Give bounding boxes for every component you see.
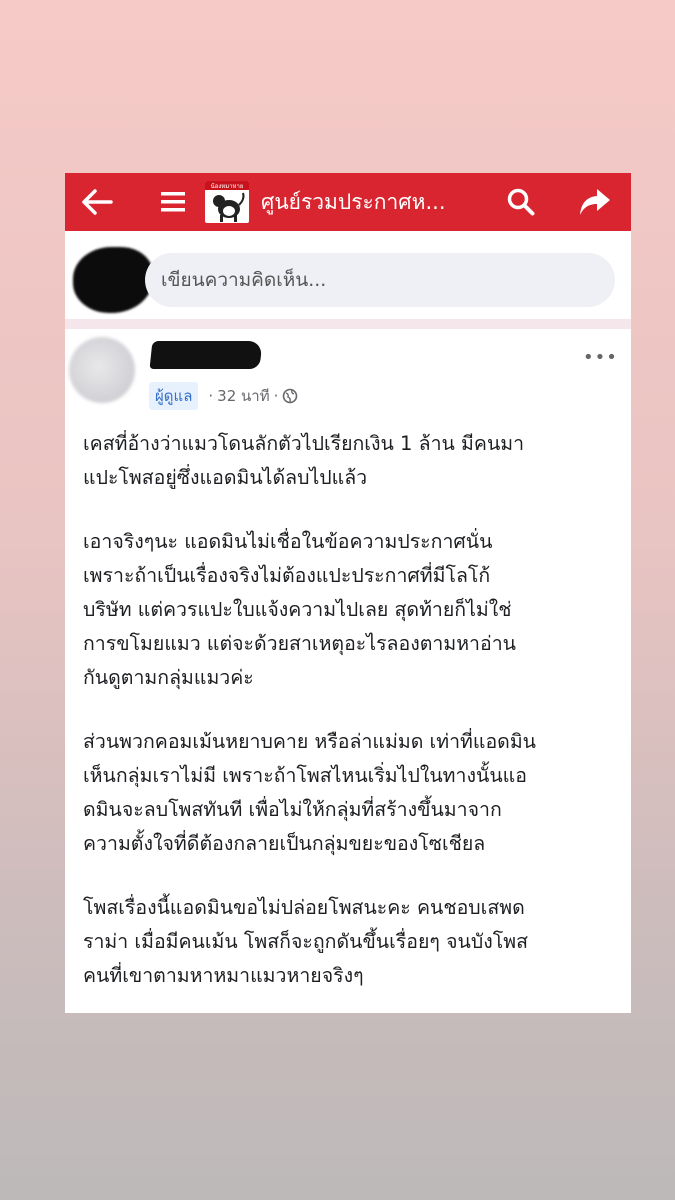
post-line: บริษัท แต่ควรแปะใบแจ้งความไปเลย สุดท้ายก… <box>83 598 512 621</box>
post-paragraph: เอาจริงๆนะ แอดมินไม่เชื่อในข้อความประกาศ… <box>83 525 623 695</box>
post-line: การขโมยแมว แต่จะด้วยสาเหตุอะไรลองตามหาอ่… <box>83 632 516 655</box>
globe-icon <box>282 388 298 404</box>
comment-composer: เขียนความคิดเห็น... <box>65 231 631 319</box>
post-line: เห็นกลุ่มเราไม่มี เพราะถ้าโพสไหนเริ่มไปใ… <box>83 764 527 787</box>
section-divider <box>65 319 631 329</box>
redacted-author-name[interactable] <box>149 341 263 369</box>
post-line: คนที่เขาตามหาหมาแมวหายจริงๆ <box>83 964 364 987</box>
post-paragraph: โพสเรื่องนี้แอดมินขอไม่ปล่อยโพสนะคะ คนชอ… <box>83 891 623 993</box>
post-header: ••• ผู้ดูแล · 32 นาที · <box>65 329 631 419</box>
post-line: ส่วนพวกคอมเม้นหยาบคาย หรือล่าแม่มด เท่าท… <box>83 730 537 753</box>
post-time[interactable]: 32 นาที <box>217 384 269 408</box>
meta-separator: · <box>273 387 279 405</box>
svg-text:น้องหมาหาย: น้องหมาหาย <box>211 183 244 190</box>
group-header-bar: น้องหมาหาย ศูนย์รวมประกาศห... <box>65 173 631 231</box>
hamburger-menu-icon[interactable] <box>155 173 191 231</box>
group-logo[interactable]: น้องหมาหาย <box>205 181 249 223</box>
post-line: ราม่า เมื่อมีคนเม้น โพสก็จะถูกดันขึ้นเรื… <box>83 930 528 953</box>
post-card: น้องหมาหาย ศูนย์รวมประกาศห... เขียนความค… <box>65 173 631 1013</box>
group-title[interactable]: ศูนย์รวมประกาศห... <box>261 173 491 231</box>
comment-input[interactable]: เขียนความคิดเห็น... <box>145 253 615 307</box>
author-avatar-blurred[interactable] <box>69 337 135 403</box>
redacted-avatar <box>73 247 153 313</box>
post-line: เคสที่อ้างว่าแมวโดนลักตัวไปเรียกเงิน 1 ล… <box>83 432 525 455</box>
post-line: ดมินจะลบโพสทันที เพื่อไม่ให้กลุ่มที่สร้า… <box>83 798 502 821</box>
post-line: เพราะถ้าเป็นเรื่องจริงไม่ต้องแปะประกาศที… <box>83 564 491 587</box>
meta-separator: · <box>208 387 214 405</box>
post-line: ความตั้งใจที่ดีต้องกลายเป็นกลุ่มขยะของโซ… <box>83 832 486 855</box>
post-line: โพสเรื่องนี้แอดมินขอไม่ปล่อยโพสนะคะ คนชอ… <box>83 896 525 919</box>
post-line: เอาจริงๆนะ แอดมินไม่เชื่อในข้อความประกาศ… <box>83 530 493 553</box>
post-line: แปะโพสอยู่ซึ่งแอดมินได้ลบไปแล้ว <box>83 466 368 489</box>
post-body: เคสที่อ้างว่าแมวโดนลักตัวไปเรียกเงิน 1 ล… <box>83 427 623 1013</box>
more-options-icon[interactable]: ••• <box>583 347 618 368</box>
post-meta: ผู้ดูแล · 32 นาที · <box>149 382 298 410</box>
post-line: กันดูตามกลุ่มแมวค่ะ <box>83 666 254 689</box>
share-arrow-icon[interactable] <box>573 173 617 231</box>
search-icon[interactable] <box>501 173 541 231</box>
back-arrow-icon[interactable] <box>77 173 117 231</box>
post-paragraph: เคสที่อ้างว่าแมวโดนลักตัวไปเรียกเงิน 1 ล… <box>83 427 623 495</box>
admin-badge: ผู้ดูแล <box>149 382 199 410</box>
post-paragraph: ส่วนพวกคอมเม้นหยาบคาย หรือล่าแม่มด เท่าท… <box>83 725 623 861</box>
